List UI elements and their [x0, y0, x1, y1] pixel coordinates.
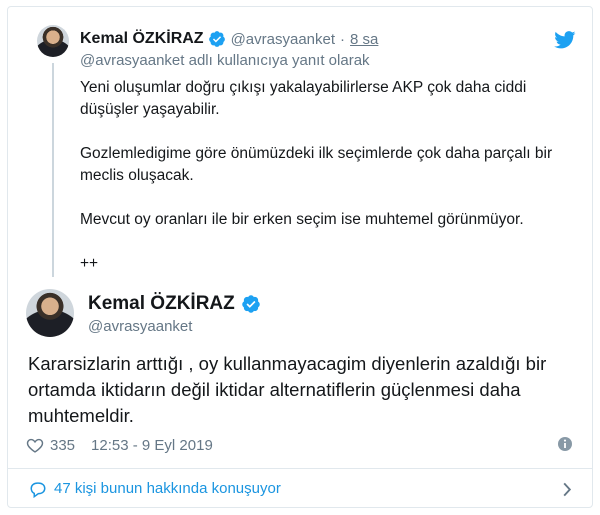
main-tweet-author: Kemal ÖZKİRAZ	[88, 293, 261, 315]
like-count[interactable]: 335	[50, 437, 75, 454]
tweet-timestamp[interactable]: 12:53 - 9 Eyl 2019	[91, 437, 213, 454]
conversation-label[interactable]: 47 kişi bunun hakkında konuşuyor	[54, 480, 281, 497]
thread-connector-line	[52, 63, 54, 277]
author-name[interactable]: Kemal ÖZKİRAZ	[80, 30, 204, 48]
avatar[interactable]	[37, 25, 69, 57]
parent-tweet[interactable]: Kemal ÖZKİRAZ @avrasyaanket · 8 sa @avra…	[8, 7, 592, 277]
parent-tweet-text: Yeni oluşumlar doğru çıkışı yakalayabili…	[80, 77, 580, 275]
tweet-meta-row: 335 12:53 - 9 Eyl 2019	[26, 434, 576, 456]
heart-icon[interactable]	[26, 437, 44, 453]
chevron-right-icon[interactable]	[562, 482, 572, 497]
tweet-paragraph: Gozlemledigime göre önümüzdeki ilk seçim…	[80, 145, 553, 184]
separator-dot: ·	[340, 30, 346, 48]
verified-badge-icon	[242, 295, 260, 313]
author-handle[interactable]: @avrasyaanket	[231, 31, 335, 48]
comment-bubble-icon	[30, 482, 46, 498]
twitter-bird-icon[interactable]	[554, 31, 576, 49]
tweet-paragraph: Yeni oluşumlar doğru çıkışı yakalayabili…	[80, 79, 527, 118]
tweet-time[interactable]: 8 sa	[350, 31, 378, 48]
info-icon[interactable]	[557, 436, 573, 452]
main-tweet-text: Kararsizlarin arttığı , oy kullanmayacag…	[28, 353, 547, 426]
tweet-embed-card: Kemal ÖZKİRAZ @avrasyaanket · 8 sa @avra…	[7, 6, 593, 508]
parent-tweet-header: Kemal ÖZKİRAZ @avrasyaanket · 8 sa	[80, 28, 378, 50]
tweet-paragraph: ++	[80, 255, 99, 272]
author-handle[interactable]: @avrasyaanket	[88, 318, 192, 335]
tweet-paragraph: Mevcut oy oranları ile bir erken seçim i…	[80, 211, 524, 228]
reply-context: @avrasyaanket adlı kullanıcıya yanıt ola…	[80, 52, 370, 69]
author-name[interactable]: Kemal ÖZKİRAZ	[88, 293, 235, 315]
conversation-link[interactable]: 47 kişi bunun hakkında konuşuyor	[8, 469, 592, 507]
avatar[interactable]	[26, 289, 74, 337]
verified-badge-icon	[208, 31, 225, 47]
